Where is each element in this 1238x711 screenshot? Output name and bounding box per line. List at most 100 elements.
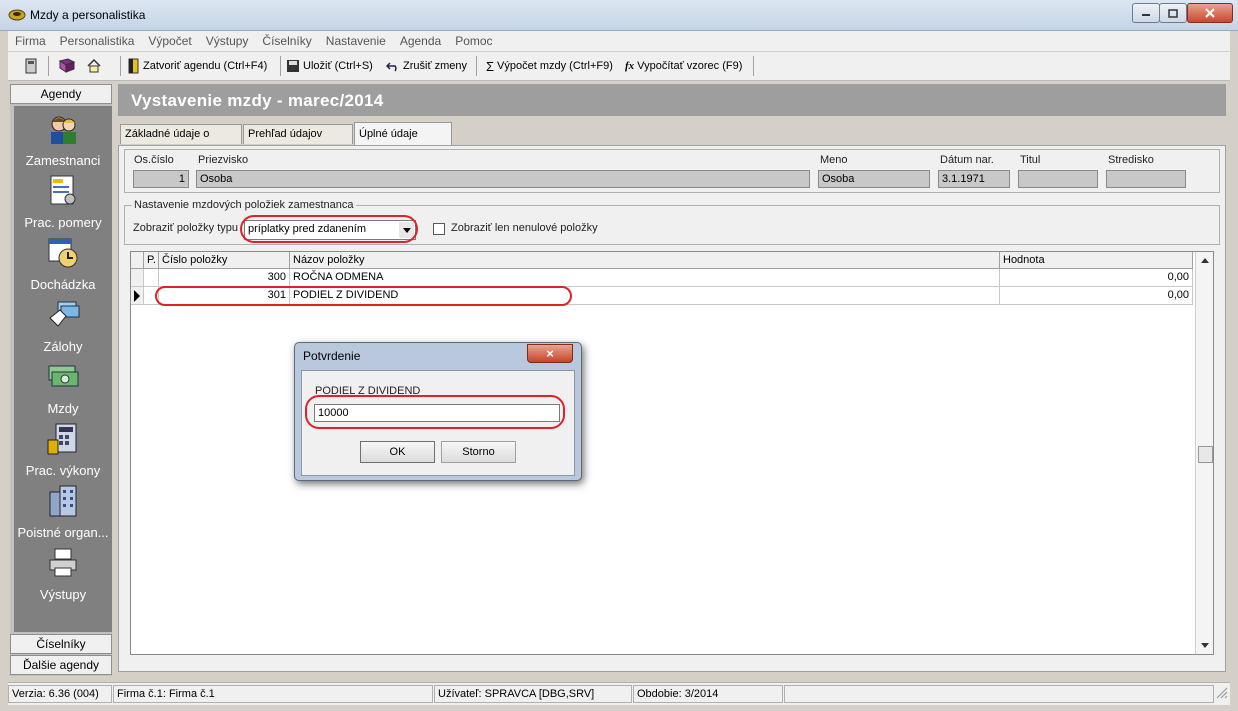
menu-vypocet[interactable]: Výpočet: [141, 34, 198, 48]
save-label: Uložiť (Ctrl+S): [303, 60, 373, 72]
tab-zakladne-udaje[interactable]: Základné údaje o mzde: [120, 124, 242, 158]
row-indicator: [131, 287, 144, 305]
restore-icon: [1168, 8, 1178, 18]
status-user: Užívateľ: SPRAVCA [DBG,SRV]: [434, 685, 632, 703]
item-type-label: Zobraziť položky typu: [133, 222, 239, 234]
toolbar-separator: [48, 56, 49, 76]
menu-personalistika[interactable]: Personalistika: [53, 34, 142, 48]
close-agenda-label: Zatvoriť agendu (Ctrl+F4): [143, 60, 268, 72]
sidebar-header[interactable]: Agendy: [10, 84, 112, 104]
sidebar-item-prac-pomery[interactable]: Prac. pomery: [14, 174, 112, 230]
calc-wage-button[interactable]: Σ Výpočet mzdy (Ctrl+F9): [486, 56, 613, 76]
tab-uplne-udaje[interactable]: Úplné údaje mzdy: [354, 122, 452, 162]
status-extra: [784, 685, 1214, 703]
grid-cell-nazov[interactable]: ROČNA ODMENA: [290, 269, 1000, 287]
sidebar-item-zamestnanci[interactable]: Zamestnanci: [14, 112, 112, 168]
menu-nastavenie[interactable]: Nastavenie: [319, 34, 393, 48]
sidebar-item-vystupy[interactable]: Výstupy: [14, 546, 112, 602]
sidebar-item-poistne[interactable]: Poistné organ...: [14, 484, 112, 540]
buildings-icon: [49, 485, 77, 517]
sidebar-item-label: Zamestnanci: [25, 153, 101, 168]
sidebar-item-zalohy[interactable]: Zálohy: [14, 298, 112, 354]
minimize-icon: [1142, 14, 1150, 16]
book-button[interactable]: [58, 56, 76, 76]
header-nazov[interactable]: Názov položky: [290, 252, 1000, 269]
sidebar-item-mzdy[interactable]: Mzdy: [14, 360, 112, 416]
close-button[interactable]: [1187, 3, 1233, 23]
sidebar-item-label: Mzdy: [47, 401, 79, 416]
header-p[interactable]: P.: [144, 252, 159, 269]
titul-field: [1018, 170, 1098, 188]
sidebar-item-label: Poistné organ...: [17, 525, 109, 540]
calculator-tools-icon: [47, 423, 77, 455]
menu-ciselniky[interactable]: Číselníky: [255, 34, 318, 48]
maximize-button[interactable]: [1159, 3, 1187, 23]
grid-cell-hodnota[interactable]: 0,00: [1000, 287, 1193, 305]
meno-label: Meno: [820, 154, 848, 166]
sidebar-item-label: Prac. pomery: [24, 215, 102, 230]
toolbar: Zatvoriť agendu (Ctrl+F4) Uložiť (Ctrl+S…: [8, 52, 1230, 81]
status-version: Verzia: 6.36 (004): [8, 685, 112, 703]
tab-prehlad-udajov[interactable]: Prehľad údajov mzdy: [243, 124, 353, 158]
menu-firma[interactable]: Firma: [8, 34, 53, 48]
window-title: Mzdy a personalistika: [30, 8, 146, 22]
highlight-selected-row: [155, 286, 572, 306]
home-button[interactable]: [86, 56, 102, 76]
menu-agenda[interactable]: Agenda: [393, 34, 448, 48]
people-icon: [51, 116, 76, 144]
home-icon: [87, 58, 101, 73]
grid-cell-cislo[interactable]: 300: [159, 269, 290, 287]
highlight-dialog-input: [305, 395, 565, 429]
sigma-icon: Σ: [486, 58, 495, 74]
close-agenda-button[interactable]: Zatvoriť agendu (Ctrl+F4): [128, 56, 267, 76]
dialog-close-button[interactable]: ×: [527, 344, 573, 363]
titul-label: Titul: [1020, 154, 1041, 166]
undo-button[interactable]: Zrušiť zmeny: [386, 56, 467, 76]
title-bar: Mzdy a personalistika: [0, 0, 1238, 31]
status-period: Obdobie: 3/2014: [633, 685, 783, 703]
sidebar-list: Zamestnanci Prac. pomery Dochádzka Záloh…: [14, 106, 112, 632]
money-hand-icon: [49, 301, 80, 327]
save-button[interactable]: Uložiť (Ctrl+S): [286, 56, 373, 76]
storno-button[interactable]: Storno: [441, 441, 516, 463]
grid-scrollbar[interactable]: [1195, 252, 1213, 654]
function-icon: fx: [625, 60, 635, 72]
toolbar-separator: [476, 56, 477, 76]
sidebar-item-prac-vykony[interactable]: Prac. výkony: [14, 422, 112, 478]
menu-vystupy[interactable]: Výstupy: [199, 34, 256, 48]
sidebar: Agendy Zamestnanci Prac. pomery Dochádzk…: [10, 84, 112, 676]
meno-field: Osoba: [818, 170, 930, 188]
os-cislo-field: 1: [133, 170, 189, 188]
sidebar-item-label: Dochádzka: [30, 277, 96, 292]
calc-formula-button[interactable]: fx Vypočítať vzorec (F9): [625, 56, 742, 76]
scroll-up-icon: [1201, 258, 1209, 263]
app-icon: [8, 9, 26, 21]
header-hodnota[interactable]: Hodnota: [1000, 252, 1193, 269]
sidebar-item-dochadzka[interactable]: Dochádzka: [14, 236, 112, 292]
menu-pomoc[interactable]: Pomoc: [448, 34, 499, 48]
stredisko-field: [1106, 170, 1186, 188]
page-title: Vystavenie mzdy - marec/2014: [131, 91, 384, 110]
nonzero-checkbox[interactable]: [433, 223, 445, 235]
grid-cell-hodnota[interactable]: 0,00: [1000, 269, 1193, 287]
close-icon: ×: [546, 346, 554, 361]
sidebar-footer-dalsie-agendy[interactable]: Ďalšie agendy: [10, 655, 112, 675]
grid-cell-p[interactable]: [144, 269, 159, 287]
sidebar-item-label: Zálohy: [43, 339, 83, 354]
sidebar-item-label: Výstupy: [39, 587, 87, 602]
undo-icon: [386, 62, 397, 72]
settings-group-label: Nastavenie mzdových položiek zamestnanca: [132, 199, 356, 211]
stredisko-label: Stredisko: [1108, 154, 1154, 166]
resize-grip-icon[interactable]: [1216, 687, 1228, 699]
ok-button[interactable]: OK: [360, 441, 435, 463]
priezvisko-field: Osoba: [196, 170, 810, 188]
confirm-dialog: Potvrdenie × PODIEL Z DIVIDEND 10000 OK …: [294, 342, 582, 481]
scroll-thumb[interactable]: [1198, 446, 1213, 463]
calculator-button[interactable]: [24, 56, 38, 76]
book-icon: [58, 58, 76, 73]
sidebar-footer-ciselniky[interactable]: Číselníky: [10, 634, 112, 654]
items-grid: P. Číslo položky Názov položky Hodnota 3…: [130, 251, 1214, 655]
header-cislo[interactable]: Číslo položky: [159, 252, 290, 269]
close-icon: [1205, 8, 1215, 18]
minimize-button[interactable]: [1132, 3, 1160, 23]
